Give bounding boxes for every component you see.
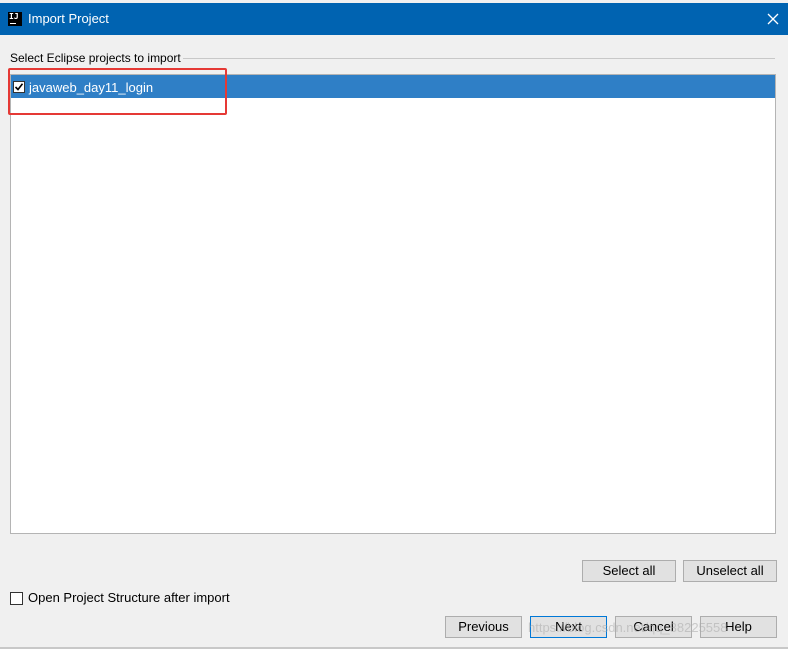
project-list[interactable]: javaweb_day11_login: [10, 74, 776, 534]
intellij-icon: IJ: [8, 12, 22, 26]
window-title: Import Project: [28, 11, 109, 26]
title-bar: IJ Import Project: [0, 3, 788, 35]
section-divider: [183, 58, 775, 59]
help-label: Help: [725, 619, 752, 634]
open-structure-label: Open Project Structure after import: [28, 590, 230, 605]
select-all-label: Select all: [602, 563, 656, 578]
close-icon: [767, 13, 779, 25]
close-button[interactable]: [758, 3, 788, 35]
previous-label: Previous: [458, 619, 509, 634]
select-all-button[interactable]: Select all: [582, 560, 676, 582]
previous-button[interactable]: Previous: [445, 616, 522, 638]
highlight-annotation: [8, 68, 227, 115]
open-structure-checkbox[interactable]: [10, 592, 23, 605]
watermark: https://blog.csdn.net/qq_38225558: [528, 620, 728, 635]
unselect-all-button[interactable]: Unselect all: [683, 560, 777, 582]
unselect-all-label: Unselect all: [696, 563, 764, 578]
section-label: Select Eclipse projects to import: [10, 51, 181, 65]
